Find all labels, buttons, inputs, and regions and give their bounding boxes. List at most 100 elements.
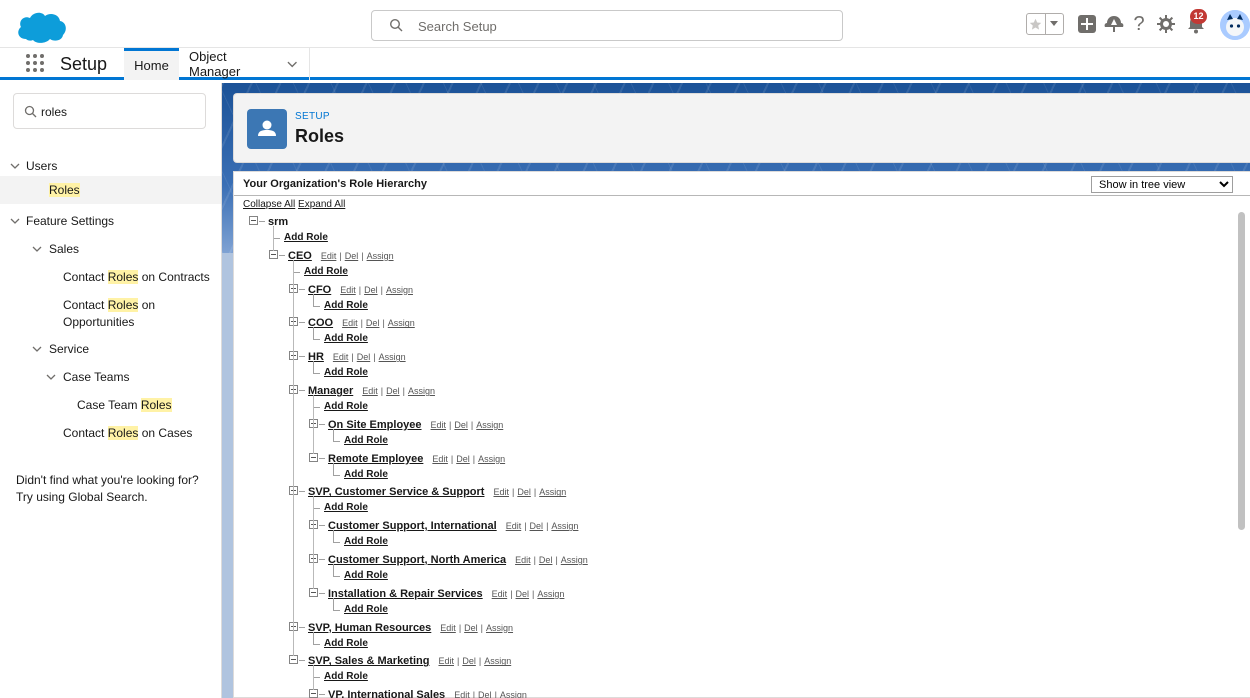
trailhead-guidance-icon[interactable] — [1103, 12, 1125, 36]
global-actions-icon[interactable] — [1077, 12, 1097, 36]
collapse-toggle-icon[interactable] — [249, 216, 258, 225]
assign-users-link[interactable]: Assign — [478, 454, 505, 464]
quick-find-input[interactable] — [41, 102, 191, 122]
favorites-group[interactable] — [1026, 13, 1064, 35]
edit-role-link[interactable]: Edit — [493, 487, 509, 497]
collapse-toggle-icon[interactable] — [309, 689, 318, 698]
delete-role-link[interactable]: Del — [517, 487, 531, 497]
assign-users-link[interactable]: Assign — [537, 589, 564, 599]
add-role-link[interactable]: Add Role — [324, 638, 368, 649]
add-role-link[interactable]: Add Role — [324, 401, 368, 412]
sidebar-tree-item[interactable]: Users — [0, 158, 221, 176]
add-role-link[interactable]: Add Role — [344, 604, 388, 615]
edit-role-link[interactable]: Edit — [431, 420, 447, 430]
sidebar-tree-item[interactable]: Contact Roles on Opportunities — [0, 297, 221, 331]
chevron-down-icon[interactable] — [32, 244, 42, 254]
add-role-link[interactable]: Add Role — [304, 266, 348, 277]
edit-role-link[interactable]: Edit — [515, 555, 531, 565]
assign-users-link[interactable]: Assign — [539, 487, 566, 497]
sidebar-tree-item[interactable]: Service — [0, 341, 221, 359]
delete-role-link[interactable]: Del — [456, 454, 470, 464]
delete-role-link[interactable]: Del — [386, 386, 400, 396]
collapse-all-link[interactable]: Collapse All — [243, 199, 295, 210]
delete-role-link[interactable]: Del — [357, 352, 371, 362]
chevron-down-icon[interactable] — [10, 161, 20, 171]
global-search-input[interactable] — [418, 15, 818, 37]
chevron-down-icon[interactable] — [10, 216, 20, 226]
collapse-toggle-icon[interactable] — [289, 655, 298, 665]
user-avatar[interactable] — [1220, 10, 1250, 40]
favorites-dropdown-icon[interactable] — [1046, 14, 1064, 34]
setup-gear-icon[interactable] — [1156, 12, 1176, 36]
chevron-down-icon[interactable] — [287, 61, 297, 68]
assign-users-link[interactable]: Assign — [486, 623, 513, 633]
delete-role-link[interactable]: Del — [530, 521, 544, 531]
role-name-link[interactable]: COO — [308, 316, 333, 330]
assign-users-link[interactable]: Assign — [408, 386, 435, 396]
role-name-link[interactable]: Remote Employee — [328, 452, 423, 466]
panel-scrollbar[interactable] — [1237, 200, 1246, 698]
collapse-toggle-icon[interactable] — [269, 249, 278, 259]
salesforce-logo[interactable] — [14, 9, 68, 45]
tab-home[interactable]: Home — [124, 48, 179, 80]
assign-users-link[interactable]: Assign — [561, 555, 588, 565]
favorite-star-icon[interactable] — [1027, 14, 1046, 34]
help-icon[interactable]: ? — [1131, 12, 1147, 36]
assign-users-link[interactable]: Assign — [388, 318, 415, 328]
assign-users-link[interactable]: Assign — [476, 420, 503, 430]
delete-role-link[interactable]: Del — [539, 555, 553, 565]
delete-role-link[interactable]: Del — [478, 690, 492, 698]
role-name-link[interactable]: SVP, Customer Service & Support — [308, 485, 484, 499]
edit-role-link[interactable]: Edit — [438, 656, 454, 666]
delete-role-link[interactable]: Del — [454, 420, 468, 430]
collapse-toggle-icon[interactable] — [309, 587, 318, 597]
edit-role-link[interactable]: Edit — [506, 521, 522, 531]
delete-role-link[interactable]: Del — [364, 285, 378, 295]
sidebar-tree-item[interactable]: Sales — [0, 241, 221, 259]
assign-users-link[interactable]: Assign — [367, 251, 394, 261]
chevron-down-icon[interactable] — [46, 372, 56, 382]
add-role-link[interactable]: Add Role — [344, 536, 388, 547]
add-role-link[interactable]: Add Role — [324, 671, 368, 682]
assign-users-link[interactable]: Assign — [379, 352, 406, 362]
add-role-link[interactable]: Add Role — [324, 502, 368, 513]
edit-role-link[interactable]: Edit — [340, 285, 356, 295]
add-role-link[interactable]: Add Role — [344, 435, 388, 446]
edit-role-link[interactable]: Edit — [432, 454, 448, 464]
assign-users-link[interactable]: Assign — [484, 656, 511, 666]
edit-role-link[interactable]: Edit — [454, 690, 470, 698]
expand-all-link[interactable]: Expand All — [298, 199, 345, 210]
sidebar-tree-item[interactable]: Case Team Roles — [0, 397, 221, 415]
sidebar-tree-item[interactable]: Contact Roles on Cases — [0, 425, 221, 443]
edit-role-link[interactable]: Edit — [321, 251, 337, 261]
assign-users-link[interactable]: Assign — [386, 285, 413, 295]
quick-find-box[interactable] — [13, 93, 206, 129]
delete-role-link[interactable]: Del — [462, 656, 476, 666]
add-role-link[interactable]: Add Role — [284, 232, 328, 243]
delete-role-link[interactable]: Del — [516, 589, 530, 599]
assign-users-link[interactable]: Assign — [551, 521, 578, 531]
delete-role-link[interactable]: Del — [464, 623, 478, 633]
edit-role-link[interactable]: Edit — [333, 352, 349, 362]
edit-role-link[interactable]: Edit — [492, 589, 508, 599]
sidebar-tree-item[interactable]: Roles — [0, 176, 221, 204]
sidebar-tree-item[interactable]: Feature Settings — [0, 213, 221, 231]
view-mode-select[interactable]: Show in tree view — [1091, 176, 1233, 193]
add-role-link[interactable]: Add Role — [324, 333, 368, 344]
sidebar-tree-item[interactable]: Case Teams — [0, 369, 221, 387]
delete-role-link[interactable]: Del — [345, 251, 359, 261]
assign-users-link[interactable]: Assign — [500, 690, 527, 698]
edit-role-link[interactable]: Edit — [362, 386, 378, 396]
add-role-link[interactable]: Add Role — [344, 469, 388, 480]
add-role-link[interactable]: Add Role — [324, 367, 368, 378]
role-name-link[interactable]: Installation & Repair Services — [328, 587, 483, 601]
role-name-link[interactable]: VP, International Sales — [328, 688, 445, 698]
chevron-down-icon[interactable] — [32, 344, 42, 354]
tab-object-manager[interactable]: Object Manager — [179, 48, 310, 80]
add-role-link[interactable]: Add Role — [344, 570, 388, 581]
collapse-toggle-icon[interactable] — [309, 452, 318, 462]
global-search[interactable] — [371, 10, 843, 41]
edit-role-link[interactable]: Edit — [440, 623, 456, 633]
scrollbar-thumb[interactable] — [1238, 212, 1245, 530]
sidebar-tree-item[interactable]: Contact Roles on Contracts — [0, 269, 221, 287]
